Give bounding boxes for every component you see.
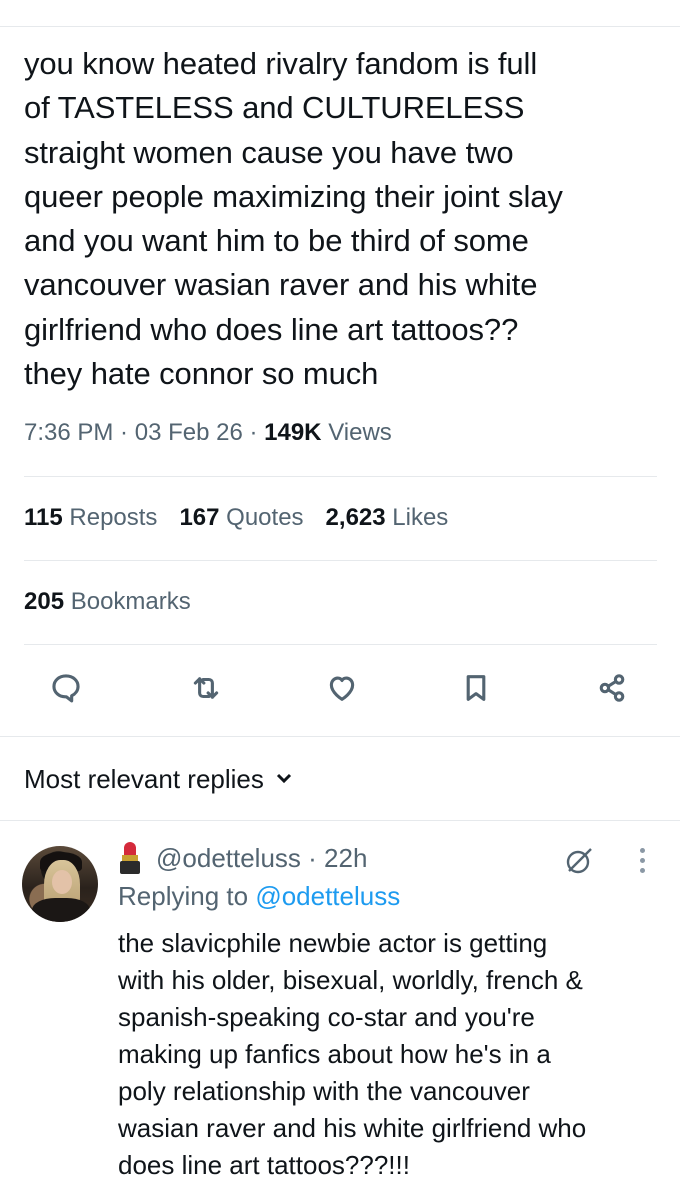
like-icon xyxy=(325,671,359,710)
reply-age[interactable]: · 22h xyxy=(308,843,367,874)
likes-label: Likes xyxy=(392,504,449,531)
reply-handle[interactable]: @odetteluss xyxy=(156,843,301,874)
reposts-stat[interactable]: 115 Reposts xyxy=(24,504,157,531)
reply-button[interactable] xyxy=(46,670,86,710)
quotes-label: Quotes xyxy=(226,504,304,531)
views-label: Views xyxy=(328,419,392,446)
reposts-count: 115 xyxy=(24,504,63,531)
views-count: 149K xyxy=(264,419,322,446)
replies-sort-dropdown[interactable]: Most relevant replies xyxy=(24,764,294,795)
divider xyxy=(0,820,680,821)
reply-icon xyxy=(49,671,83,710)
action-bar xyxy=(0,670,680,710)
share-icon xyxy=(595,671,629,710)
tweet-text: you know heated rivalry fandom is full o… xyxy=(24,46,563,392)
bookmark-button[interactable] xyxy=(456,670,496,710)
divider xyxy=(24,476,657,477)
reply-header: @odetteluss · 22h xyxy=(118,842,367,874)
bookmarks-label: Bookmarks xyxy=(70,588,191,615)
bookmarks-count: 205 xyxy=(24,588,65,615)
grok-icon[interactable] xyxy=(562,842,598,878)
replies-sort-label: Most relevant replies xyxy=(24,764,264,794)
tweet-date[interactable]: 03 Feb 26 xyxy=(135,419,243,446)
likes-count: 2,623 xyxy=(325,504,386,531)
replying-to-link[interactable]: @odetteluss xyxy=(255,881,400,911)
bookmark-icon xyxy=(459,671,493,710)
like-button[interactable] xyxy=(322,670,362,710)
tweet-time[interactable]: 7:36 PM xyxy=(24,419,113,446)
repost-button[interactable] xyxy=(186,670,226,710)
meta-separator: · xyxy=(113,419,135,446)
section-divider xyxy=(0,736,680,737)
share-button[interactable] xyxy=(592,670,632,710)
replying-to: Replying to @odetteluss xyxy=(118,881,400,912)
lipstick-icon xyxy=(118,842,142,874)
top-divider xyxy=(0,26,680,27)
meta-separator: · xyxy=(242,419,265,446)
quotes-count: 167 xyxy=(179,504,220,531)
repost-icon xyxy=(189,671,223,710)
reposts-label: Reposts xyxy=(69,504,158,531)
bookmarks-stat[interactable]: 205 Bookmarks xyxy=(24,588,191,616)
avatar[interactable] xyxy=(22,846,98,922)
more-options-button[interactable] xyxy=(632,848,652,878)
quotes-stat[interactable]: 167 Quotes xyxy=(179,504,303,531)
engagement-stats: 115 Reposts 167 Quotes 2,623 Likes xyxy=(24,504,470,532)
likes-stat[interactable]: 2,623 Likes xyxy=(326,504,449,531)
divider xyxy=(24,560,657,561)
tweet-meta: 7:36 PM · 03 Feb 26 · 149K Views xyxy=(24,419,392,447)
reply-text: the slavicphile newbie actor is getting … xyxy=(118,928,587,1180)
chevron-down-icon xyxy=(274,764,294,795)
replying-prefix: Replying to xyxy=(118,881,256,911)
divider xyxy=(24,644,657,645)
